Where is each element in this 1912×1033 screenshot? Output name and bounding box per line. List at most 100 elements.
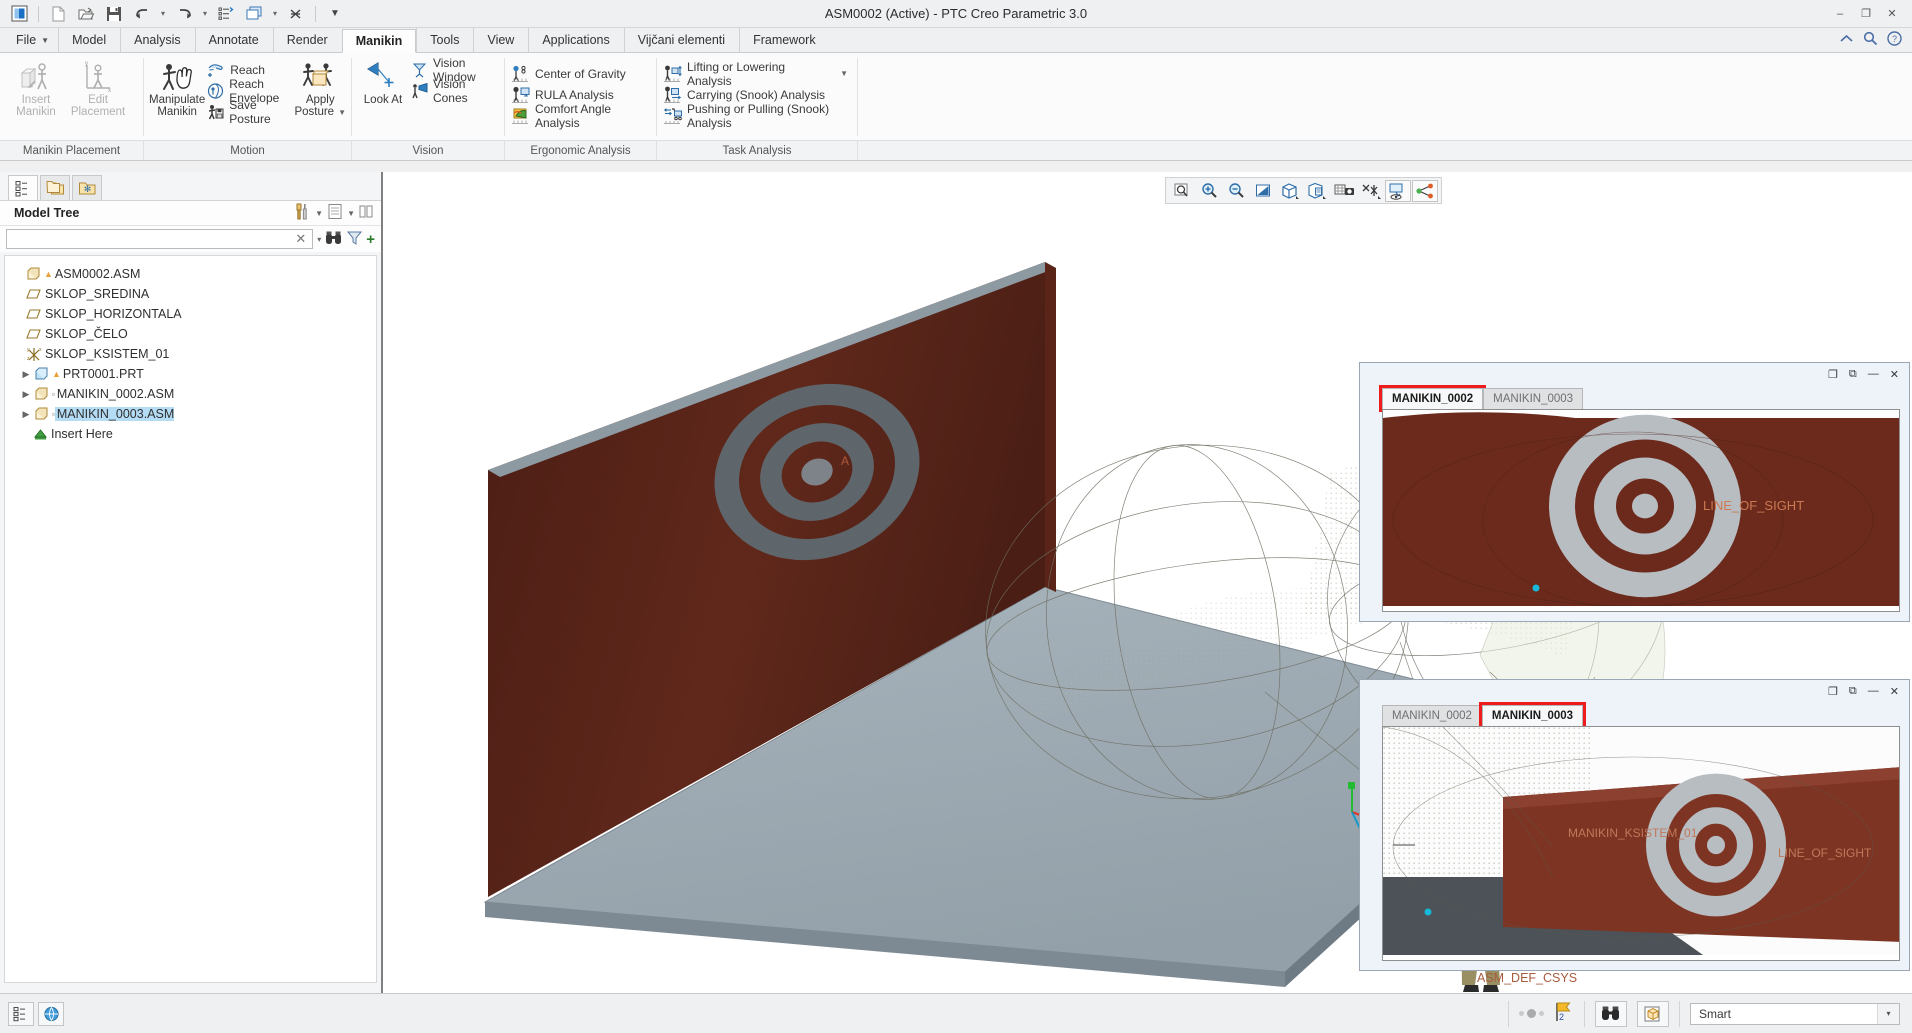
save-icon[interactable] <box>101 3 127 25</box>
datum-display-icon[interactable] <box>1358 180 1384 202</box>
tree-row-sklop-sredina[interactable]: SKLOP_SREDINA <box>5 284 376 304</box>
new-icon[interactable] <box>45 3 71 25</box>
look-at-button[interactable]: Look At <box>357 57 409 106</box>
search-caret-icon[interactable]: ▾ <box>317 235 321 244</box>
tree-display-caret-icon[interactable]: ▼ <box>347 209 355 218</box>
minimize-icon[interactable]: — <box>1868 368 1879 380</box>
tab-tools[interactable]: Tools <box>416 28 473 52</box>
ribbon-tab-bar[interactable]: File ▼ Model Analysis Annotate Render Man… <box>0 28 1912 53</box>
subwindow1-tab-manikin-0002[interactable]: MANIKIN_0002 <box>1378 385 1487 412</box>
add-item-icon[interactable]: + <box>366 231 375 248</box>
annotation-display-icon[interactable] <box>1385 179 1411 202</box>
saved-orientations-icon[interactable] <box>1304 180 1330 202</box>
apply-posture-button[interactable]: Apply Posture ▼ <box>294 57 346 119</box>
tab-view[interactable]: View <box>473 28 528 52</box>
tab-analysis[interactable]: Analysis <box>120 28 195 52</box>
model-tree-tab[interactable] <box>8 175 38 200</box>
find-icon[interactable] <box>325 230 343 249</box>
tree-row-asm0002[interactable]: ▲ ASM0002.ASM <box>5 264 376 284</box>
window-close-button[interactable]: ✕ <box>1884 7 1900 21</box>
display-style-icon[interactable] <box>1277 180 1303 202</box>
subwindow1-tab-manikin-0003[interactable]: MANIKIN_0003 <box>1483 388 1584 409</box>
window-minimize-button[interactable]: – <box>1832 7 1848 21</box>
close-icon[interactable]: ✕ <box>1890 685 1899 698</box>
tab-vijcani-elementi[interactable]: Vijčani elementi <box>623 28 739 52</box>
tree-expander[interactable]: ▶ <box>19 389 33 400</box>
manikin-0002-viewport[interactable]: LINE_OF_SIGHT <box>1382 409 1900 612</box>
window-caret-icon[interactable]: ▾ <box>269 3 281 25</box>
status-right-controls[interactable]: 2 Smart ▾ <box>1508 1000 1912 1027</box>
maximize-icon[interactable]: ❐ <box>1828 368 1838 381</box>
tab-model[interactable]: Model <box>58 28 120 52</box>
vision-cones-button[interactable]: Vision Cones <box>409 77 499 105</box>
tab-framework[interactable]: Framework <box>739 28 830 52</box>
ribbon-right-controls[interactable]: ? <box>1839 31 1912 52</box>
tree-expander[interactable]: ▶ <box>19 369 33 380</box>
favorites-tab[interactable]: ✻ <box>72 175 102 200</box>
redo-caret-icon[interactable]: ▾ <box>199 3 211 25</box>
tree-row-manikin-0002[interactable]: ▶ ▫ MANIKIN_0002.ASM <box>5 384 376 404</box>
maximize-icon[interactable]: ❐ <box>1828 685 1838 698</box>
model-tree-search-row[interactable]: ✕ ▾ + <box>0 226 381 252</box>
pushing-pulling-snook-analysis-button[interactable]: Pushing or Pulling (Snook) Analysis <box>662 102 852 130</box>
repaint-icon[interactable] <box>1250 180 1276 202</box>
model-display-icon[interactable] <box>1637 1000 1669 1027</box>
view-manager-icon[interactable] <box>1331 180 1357 202</box>
folder-browser-tab[interactable] <box>40 175 70 200</box>
restore-icon[interactable]: ⧉ <box>1849 685 1857 698</box>
insert-manikin-button[interactable]: Insert Manikin <box>5 57 67 118</box>
graphics-viewport[interactable]: A ASM_DEF_CSYS ❐ ⧉ — ✕ MANIKIN_0002 MANI… <box>385 172 1912 993</box>
close-icon[interactable]: ✕ <box>1890 368 1899 381</box>
layer-tree-icon[interactable] <box>1412 179 1438 202</box>
tree-row-sklop-horizontala[interactable]: SKLOP_HORIZONTALA <box>5 304 376 324</box>
lifting-lowering-caret-icon[interactable]: ▼ <box>840 69 848 78</box>
selection-filter-dropdown[interactable]: Smart ▾ <box>1690 1002 1900 1025</box>
undo-caret-icon[interactable]: ▾ <box>157 3 169 25</box>
search-tool-icon[interactable] <box>1595 1000 1627 1027</box>
manikin-0003-window-tabs[interactable]: MANIKIN_0002 MANIKIN_0003 <box>1360 702 1909 729</box>
subwindow2-tab-manikin-0003[interactable]: MANIKIN_0003 <box>1478 702 1587 729</box>
manikin-0003-window-controls[interactable]: ❐ ⧉ — ✕ <box>1360 680 1909 702</box>
window-icon[interactable] <box>241 3 267 25</box>
help-icon[interactable]: ? <box>1887 31 1902 49</box>
quick-access-toolbar[interactable]: ▾ ▾ ▾ ▼ <box>0 3 348 25</box>
chevron-down-icon[interactable]: ▾ <box>1877 1003 1899 1024</box>
tree-row-manikin-0003[interactable]: ▶ ▫ MANIKIN_0003.ASM <box>5 404 376 424</box>
search-input[interactable] <box>11 231 294 247</box>
navigator-tab-strip[interactable]: ✻ <box>0 172 381 200</box>
graphics-toolbar[interactable] <box>1165 177 1442 204</box>
search-icon[interactable] <box>1863 31 1878 49</box>
tree-row-sklop-ksistem-01[interactable]: yxz SKLOP_KSISTEM_01 <box>5 344 376 364</box>
tree-row-sklop-celo[interactable]: SKLOP_ČELO <box>5 324 376 344</box>
model-tree-toggle-icon[interactable] <box>8 1001 34 1026</box>
minimize-ribbon-icon[interactable] <box>1839 33 1854 48</box>
selection-filter-flag-icon[interactable]: 2 <box>1554 1001 1574 1026</box>
manikin-0003-viewport[interactable]: MANIKIN_KSISTEM_01 LINE_OF_SIGHT <box>1382 726 1900 961</box>
manikin-0002-window-tabs[interactable]: MANIKIN_0002 MANIKIN_0003 <box>1360 385 1909 412</box>
zoom-in-icon[interactable] <box>1196 180 1222 202</box>
customize-icon[interactable]: ▼ <box>322 3 348 25</box>
manipulate-manikin-button[interactable]: Manipulate Manikin <box>149 57 205 118</box>
model-tree[interactable]: ▲ ASM0002.ASM SKLOP_SREDINA SKLOP_HORIZO… <box>4 255 377 983</box>
refit-icon[interactable] <box>1169 180 1195 202</box>
app-icon[interactable] <box>6 3 32 25</box>
regenerate-icon[interactable] <box>213 3 239 25</box>
tree-row-insert-here[interactable]: Insert Here <box>5 424 376 444</box>
browser-toggle-icon[interactable] <box>38 1001 64 1026</box>
clear-search-icon[interactable]: ✕ <box>293 231 308 247</box>
tab-manikin[interactable]: Manikin <box>341 29 417 53</box>
edit-placement-button[interactable]: y x Edit Placement <box>67 57 129 118</box>
open-icon[interactable] <box>73 3 99 25</box>
tree-display-icon[interactable] <box>327 203 343 223</box>
tree-row-prt0001[interactable]: ▶ ▲ PRT0001.PRT <box>5 364 376 384</box>
center-of-gravity-button[interactable]: Center of Gravity <box>510 63 651 84</box>
manikin-0003-window[interactable]: ❐ ⧉ — ✕ MANIKIN_0002 MANIKIN_0003 MANIKI… <box>1359 679 1910 971</box>
tree-expander[interactable]: ▶ <box>19 409 33 420</box>
restore-icon[interactable]: ⧉ <box>1849 368 1857 381</box>
window-controls[interactable]: – ❐ ✕ <box>1832 7 1912 21</box>
tree-tools-caret-icon[interactable]: ▼ <box>315 209 323 218</box>
zoom-out-icon[interactable] <box>1223 180 1249 202</box>
model-tree-header-tools[interactable]: ▼ ▼ <box>295 203 381 223</box>
manikin-0002-window[interactable]: ❐ ⧉ — ✕ MANIKIN_0002 MANIKIN_0003 LINE_O… <box>1359 362 1910 622</box>
model-tree-search-box[interactable]: ✕ <box>6 229 314 249</box>
